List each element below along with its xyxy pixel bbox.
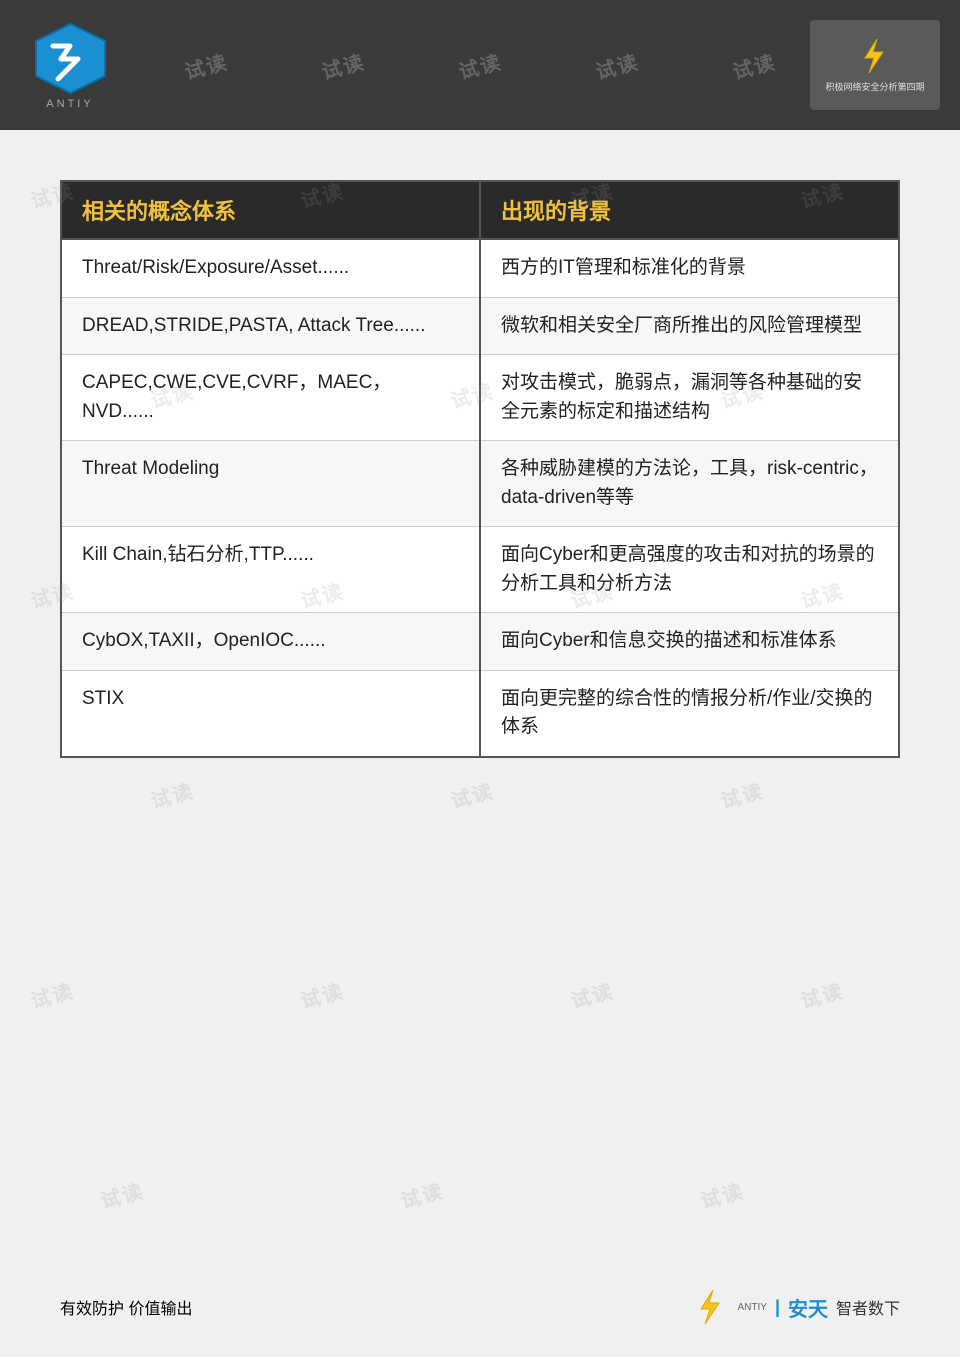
table-cell-left: Threat/Risk/Exposure/Asset...... — [61, 239, 480, 297]
table-cell-right: 面向Cyber和信息交换的描述和标准体系 — [480, 613, 899, 671]
footer-separator: | — [775, 1297, 780, 1318]
col-header-left: 相关的概念体系 — [61, 181, 480, 239]
table-cell-right: 面向Cyber和更高强度的攻击和对抗的场景的分析工具和分析方法 — [480, 527, 899, 613]
main-content: 相关的概念体系 出现的背景 Threat/Risk/Exposure/Asset… — [0, 130, 960, 798]
body-watermark-19: 试读 — [397, 1175, 447, 1214]
table-cell-right: 微软和相关安全厂商所推出的风险管理模型 — [480, 297, 899, 355]
col-header-right: 出现的背景 — [480, 181, 899, 239]
header-right-logo: 积极网络安全分析第四期 — [810, 20, 940, 110]
footer-logo: ANTIY | 安天 智者数下 — [691, 1287, 900, 1327]
body-watermark-17: 试读 — [797, 975, 847, 1014]
table-cell-right: 西方的IT管理和标准化的背景 — [480, 239, 899, 297]
watermark-3: 试读 — [318, 45, 368, 84]
body-watermark-14: 试读 — [27, 975, 77, 1014]
table-cell-left: CAPEC,CWE,CVE,CVRF，MAEC，NVD...... — [61, 355, 480, 441]
antiy-logo-icon — [33, 21, 108, 96]
footer-right-logo: ANTIY | 安天 智者数下 — [691, 1287, 900, 1327]
table-row: CAPEC,CWE,CVE,CVRF，MAEC，NVD......对攻击模式，脆… — [61, 355, 899, 441]
logo-area: ANTIY — [20, 15, 120, 115]
body-watermark-16: 试读 — [567, 975, 617, 1014]
logo-text: ANTIY — [46, 98, 93, 110]
table-row: Kill Chain,钻石分析,TTP......面向Cyber和更高强度的攻击… — [61, 527, 899, 613]
header: 试读 试读 试读 试读 试读 试读 试读 ANTIY 积极网络安全分析第四期 — [0, 0, 960, 130]
body-watermark-20: 试读 — [697, 1175, 747, 1214]
table-row: CybOX,TAXII，OpenIOC......面向Cyber和信息交换的描述… — [61, 613, 899, 671]
brand-icon — [855, 36, 895, 76]
body-watermark-18: 试读 — [97, 1175, 147, 1214]
right-logo-text: 积极网络安全分析第四期 — [825, 82, 924, 92]
table-cell-left: Threat Modeling — [61, 441, 480, 527]
table-cell-right: 面向更完整的综合性的情报分析/作业/交换的体系 — [480, 670, 899, 757]
table-cell-left: DREAD,STRIDE,PASTA, Attack Tree...... — [61, 297, 480, 355]
table-cell-left: Kill Chain,钻石分析,TTP...... — [61, 527, 480, 613]
watermark-5: 试读 — [592, 45, 642, 84]
body-watermark-15: 试读 — [297, 975, 347, 1014]
table-body: Threat/Risk/Exposure/Asset......西方的IT管理和… — [61, 239, 899, 757]
table-cell-left: CybOX,TAXII，OpenIOC...... — [61, 613, 480, 671]
footer-logo-antiy-text: ANTIY — [737, 1302, 766, 1313]
table-cell-right: 对攻击模式，脆弱点，漏洞等各种基础的安全元素的标定和描述结构 — [480, 355, 899, 441]
table-cell-right: 各种威胁建模的方法论，工具，risk-centric，data-driven等等 — [480, 441, 899, 527]
footer-brand-slogan: 智者数下 — [836, 1295, 900, 1319]
concept-table: 相关的概念体系 出现的背景 Threat/Risk/Exposure/Asset… — [60, 180, 900, 758]
footer-tagline: 有效防护 价值输出 — [60, 1295, 192, 1319]
footer: 有效防护 价值输出 ANTIY | 安天 智者数下 — [0, 1287, 960, 1327]
footer-brand-icon — [691, 1287, 731, 1327]
footer-brand-name: 安天 — [788, 1293, 828, 1322]
table-cell-left: STIX — [61, 670, 480, 757]
watermark-6: 试读 — [729, 45, 779, 84]
header-brand-box: 积极网络安全分析第四期 — [810, 20, 940, 110]
table-row: DREAD,STRIDE,PASTA, Attack Tree......微软和… — [61, 297, 899, 355]
watermark-2: 试读 — [181, 45, 231, 84]
watermark-4: 试读 — [455, 45, 505, 84]
table-row: Threat/Risk/Exposure/Asset......西方的IT管理和… — [61, 239, 899, 297]
table-row: Threat Modeling各种威胁建模的方法论，工具，risk-centri… — [61, 441, 899, 527]
table-row: STIX面向更完整的综合性的情报分析/作业/交换的体系 — [61, 670, 899, 757]
